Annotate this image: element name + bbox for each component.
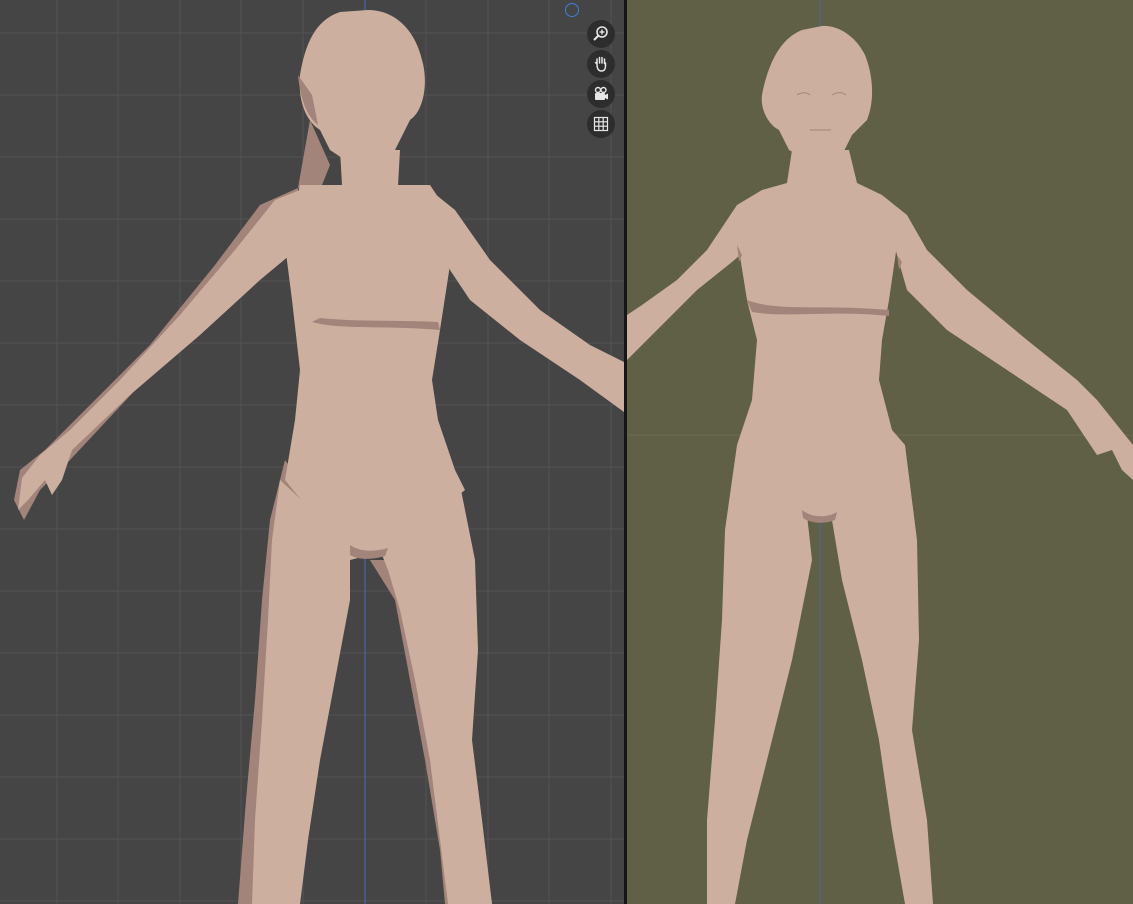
pan-button[interactable] [587,50,615,78]
left-3d-viewport[interactable] [0,0,624,904]
right-viewport-canvas [627,0,1133,904]
right-3d-viewport[interactable] [627,0,1133,904]
pan-hand-icon [594,56,607,72]
camera-view-button[interactable] [587,80,615,108]
navigation-gizmo [587,20,617,138]
zoom-button[interactable] [587,20,615,48]
ortho-toggle-button[interactable] [587,110,615,138]
left-viewport-canvas [0,0,624,904]
orthographic-grid-icon [593,116,609,132]
zoom-icon [593,26,608,41]
model-torso [737,150,905,520]
z-axis-gizmo-icon[interactable] [565,3,579,17]
camera-view-icon [594,86,608,100]
